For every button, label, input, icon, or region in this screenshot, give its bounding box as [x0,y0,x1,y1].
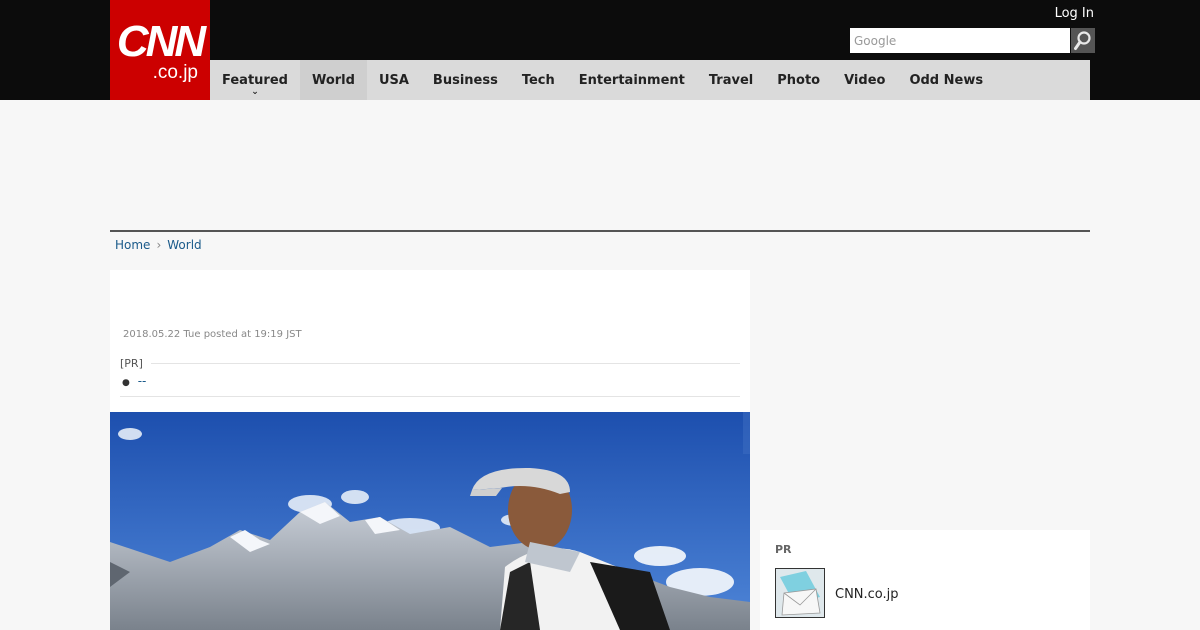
pr-link[interactable]: ● -- [122,374,146,388]
article-timestamp: 2018.05.22 Tue posted at 19:19 JST [123,329,302,340]
logo-main-text: CNN [116,17,206,66]
chevron-right-icon: › [156,238,162,252]
nav-item-label: Photo [777,72,821,88]
sidebar-pr-thumbnail[interactable] [775,568,825,618]
login-link[interactable]: Log In [1055,6,1094,21]
cnn-logo[interactable]: CNN .co.jp [110,0,210,100]
nav-item-world[interactable]: World [299,60,367,100]
nav-item-label: Travel [708,72,754,88]
search-icon [1074,30,1091,50]
breadcrumb-world[interactable]: World [167,238,201,252]
nav-item-label: Entertainment [578,72,685,88]
mail-icon [776,569,824,617]
nav-item-odd-news[interactable]: Odd News [897,60,995,100]
nav-item-label: Odd News [909,72,984,88]
breadcrumb-home[interactable]: Home [115,238,150,252]
nav-item-video[interactable]: Video [832,60,897,100]
nav-item-photo[interactable]: Photo [765,60,832,100]
nav-item-usa[interactable]: USA [367,60,421,100]
section-divider [110,230,1090,232]
top-bar: CNN .co.jp Log In Google Featured ⌄ Worl… [0,0,1200,100]
main-nav: Featured ⌄ World USA Business Tech Enter… [210,60,1090,100]
search-button[interactable] [1071,28,1095,53]
ad-area [110,100,1090,228]
nav-item-business[interactable]: Business [421,60,510,100]
search-placeholder: Google [854,33,897,48]
sidebar-pr-box: PR CNN.co.jp [760,530,1090,630]
nav-item-label: Featured [222,72,288,88]
search-input[interactable]: Google [850,28,1070,53]
nav-item-label: Tech [521,72,555,88]
breadcrumb: Home › World [115,238,202,252]
pr-divider [150,363,740,364]
nav-item-entertainment[interactable]: Entertainment [567,60,697,100]
nav-item-featured[interactable]: Featured ⌄ [210,60,300,100]
nav-item-label: Business [432,72,498,88]
bullet-icon: ● [122,378,130,388]
nav-item-travel[interactable]: Travel [697,60,765,100]
sidebar-pr-label: PR [775,543,792,556]
pr-header: [PR] [120,357,740,370]
nav-item-label: USA [378,72,409,88]
article-photo [110,412,750,630]
pr-label: [PR] [120,357,143,370]
nav-item-label: World [311,72,355,88]
nav-item-label: Video [844,72,886,88]
nav-item-tech[interactable]: Tech [510,60,567,100]
pr-link-text: -- [137,374,147,388]
sidebar-pr-link[interactable]: CNN.co.jp [835,587,899,602]
article-card: 2018.05.22 Tue posted at 19:19 JST [PR] … [110,270,750,630]
logo-sub-text: .co.jp [152,62,198,83]
mountaineer-photo [110,412,750,630]
chevron-down-icon: ⌄ [251,87,259,97]
pr-bottom-divider [120,396,740,397]
